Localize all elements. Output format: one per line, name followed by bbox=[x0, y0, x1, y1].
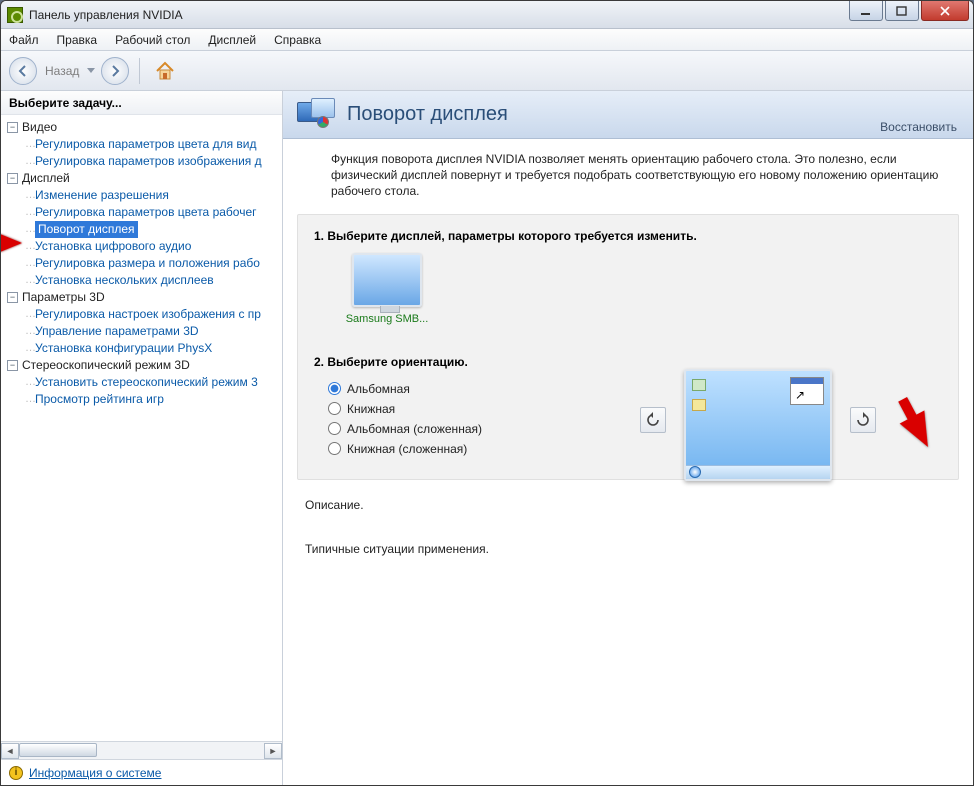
restore-link[interactable]: Восстановить bbox=[880, 120, 957, 134]
back-label: Назад bbox=[45, 64, 79, 78]
task-tree: −Видео Регулировка параметров цвета для … bbox=[1, 115, 282, 741]
collapse-icon[interactable]: − bbox=[7, 173, 18, 184]
tree-group-3d[interactable]: Параметры 3D bbox=[22, 289, 105, 306]
tree-item[interactable]: Регулировка параметров цвета для вид bbox=[35, 136, 256, 153]
display-label: Samsung SMB... bbox=[332, 313, 442, 325]
system-info-link-row: i Информация о системе bbox=[1, 759, 282, 785]
radio-input[interactable] bbox=[328, 442, 341, 455]
tree-group-display[interactable]: Дисплей bbox=[22, 170, 70, 187]
preview-taskbar bbox=[686, 465, 830, 479]
collapse-icon[interactable]: − bbox=[7, 292, 18, 303]
window-title: Панель управления NVIDIA bbox=[29, 8, 183, 22]
back-button[interactable] bbox=[9, 57, 37, 85]
orientation-preview: ↗ bbox=[684, 369, 832, 481]
collapse-icon[interactable]: − bbox=[7, 122, 18, 133]
window: Панель управления NVIDIA Файл Правка Раб… bbox=[0, 0, 974, 786]
rotate-display-icon bbox=[297, 98, 337, 132]
sidebar-heading: Выберите задачу... bbox=[1, 91, 282, 115]
typical-heading: Типичные ситуации применения. bbox=[305, 542, 951, 556]
forward-button[interactable] bbox=[101, 57, 129, 85]
radio-input[interactable] bbox=[328, 422, 341, 435]
home-button[interactable] bbox=[150, 57, 180, 85]
horizontal-scrollbar[interactable]: ◄ ► bbox=[1, 741, 282, 759]
sidebar: Выберите задачу... −Видео Регулировка па… bbox=[1, 91, 283, 785]
settings-panel: 1. Выберите дисплей, параметры которого … bbox=[297, 214, 959, 480]
toolbar: Назад bbox=[1, 51, 973, 91]
tree-item[interactable]: Изменение разрешения bbox=[35, 187, 169, 204]
tree-item[interactable]: Регулировка настроек изображения с пр bbox=[35, 306, 261, 323]
maximize-button[interactable] bbox=[885, 1, 919, 21]
tree-item[interactable]: Управление параметрами 3D bbox=[35, 323, 199, 340]
rotate-cw-button[interactable] bbox=[850, 407, 876, 433]
scroll-right-icon[interactable]: ► bbox=[264, 743, 282, 759]
menu-desktop[interactable]: Рабочий стол bbox=[115, 33, 190, 47]
content-header: Поворот дисплея Восстановить bbox=[283, 91, 973, 139]
tree-item[interactable]: Установка конфигурации PhysX bbox=[35, 340, 212, 357]
tree-item[interactable]: Установить стереоскопический режим 3 bbox=[35, 374, 258, 391]
close-button[interactable] bbox=[921, 1, 969, 21]
annotation-arrow-icon bbox=[1, 234, 22, 252]
display-item[interactable]: Samsung SMB... bbox=[332, 253, 442, 325]
page-description: Функция поворота дисплея NVIDIA позволяе… bbox=[283, 139, 973, 214]
tree-item[interactable]: Регулировка размера и положения рабо bbox=[35, 255, 260, 272]
tree-item[interactable]: Регулировка параметров изображения д bbox=[35, 153, 262, 170]
step2-title: 2. Выберите ориентацию. bbox=[314, 355, 942, 369]
nvidia-icon bbox=[7, 7, 23, 23]
scroll-thumb[interactable] bbox=[19, 743, 97, 757]
tree-item[interactable]: Установка нескольких дисплеев bbox=[35, 272, 214, 289]
content-pane: Поворот дисплея Восстановить Функция пов… bbox=[283, 91, 973, 785]
radio-input[interactable] bbox=[328, 402, 341, 415]
monitor-icon bbox=[352, 253, 422, 307]
orientation-option[interactable]: Альбомная bbox=[328, 379, 942, 399]
description-heading: Описание. bbox=[305, 498, 951, 512]
preview-start-icon bbox=[689, 466, 701, 478]
desktop-icon bbox=[692, 379, 706, 391]
tree-item-selected[interactable]: Поворот дисплея bbox=[35, 221, 138, 238]
menu-edit[interactable]: Правка bbox=[57, 33, 98, 47]
tree-group-stereo[interactable]: Стереоскопический режим 3D bbox=[22, 357, 190, 374]
rotate-ccw-button[interactable] bbox=[640, 407, 666, 433]
preview-window-icon: ↗ bbox=[790, 377, 824, 405]
tree-item[interactable]: Установка цифрового аудио bbox=[35, 238, 191, 255]
scroll-left-icon[interactable]: ◄ bbox=[1, 743, 19, 759]
menubar: Файл Правка Рабочий стол Дисплей Справка bbox=[1, 29, 973, 51]
desktop-icon bbox=[692, 399, 706, 411]
minimize-button[interactable] bbox=[849, 1, 883, 21]
tree-group-video[interactable]: Видео bbox=[22, 119, 57, 136]
system-info-link[interactable]: Информация о системе bbox=[29, 766, 161, 780]
tree-item[interactable]: Регулировка параметров цвета рабочег bbox=[35, 204, 257, 221]
radio-input[interactable] bbox=[328, 382, 341, 395]
toolbar-separator bbox=[139, 58, 140, 84]
menu-file[interactable]: Файл bbox=[9, 33, 39, 47]
back-history-dropdown[interactable] bbox=[87, 57, 97, 85]
menu-help[interactable]: Справка bbox=[274, 33, 321, 47]
page-title: Поворот дисплея bbox=[347, 103, 508, 126]
collapse-icon[interactable]: − bbox=[7, 360, 18, 371]
info-icon: i bbox=[9, 766, 23, 780]
orientation-option[interactable]: Книжная (сложенная) bbox=[328, 439, 942, 459]
menu-display[interactable]: Дисплей bbox=[208, 33, 256, 47]
tree-item[interactable]: Просмотр рейтинга игр bbox=[35, 391, 164, 408]
titlebar[interactable]: Панель управления NVIDIA bbox=[1, 1, 973, 29]
step1-title: 1. Выберите дисплей, параметры которого … bbox=[314, 229, 942, 243]
